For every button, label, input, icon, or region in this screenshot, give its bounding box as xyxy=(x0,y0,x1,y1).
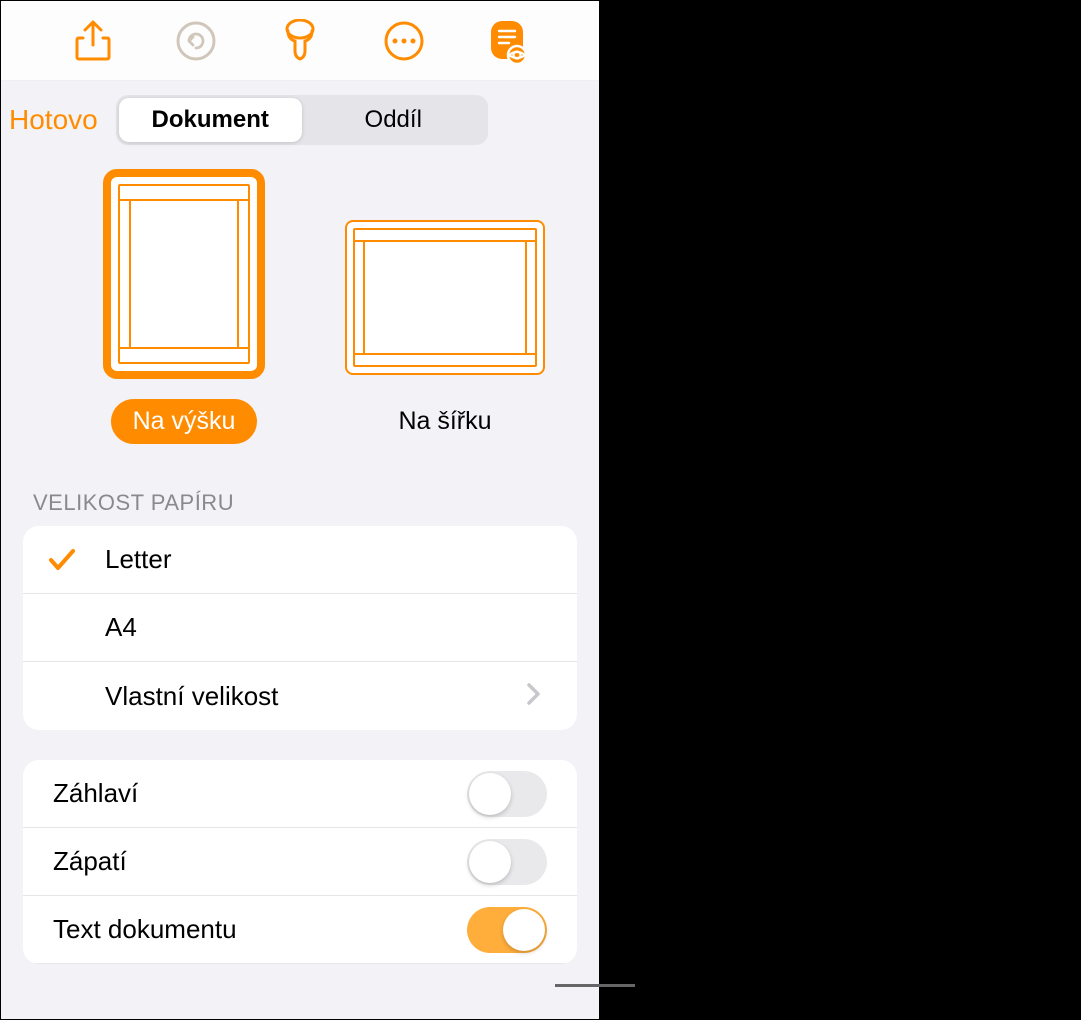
paper-size-a4[interactable]: A4 xyxy=(23,594,577,662)
paper-size-custom[interactable]: Vlastní velikost xyxy=(23,662,577,730)
segmented-control: Dokument Oddíl xyxy=(116,95,488,145)
toggle-label: Záhlaví xyxy=(53,778,467,809)
body-text-toggle-row: Text dokumentu xyxy=(23,896,577,964)
list-item-label: A4 xyxy=(105,612,541,643)
paper-size-letter[interactable]: Letter xyxy=(23,526,577,594)
portrait-label: Na výšku xyxy=(111,399,258,444)
paper-size-list: Letter A4 Vlastní velikost xyxy=(23,526,577,730)
footer-toggle-row: Zápatí xyxy=(23,828,577,896)
list-item-label: Letter xyxy=(105,544,541,575)
format-brush-icon[interactable] xyxy=(275,16,325,66)
chevron-right-icon xyxy=(527,681,541,712)
header-row: Hotovo Dokument Oddíl xyxy=(1,81,599,169)
tab-section[interactable]: Oddíl xyxy=(302,98,485,142)
paper-size-header: VELIKOST PAPÍRU xyxy=(1,454,599,526)
list-item-label: Vlastní velikost xyxy=(105,681,527,712)
share-icon[interactable] xyxy=(68,16,118,66)
done-button[interactable]: Hotovo xyxy=(9,104,98,136)
orientation-portrait[interactable]: Na výšku xyxy=(103,169,265,444)
footer-toggle[interactable] xyxy=(467,839,547,885)
toggle-list: Záhlaví Zápatí Text dokumentu xyxy=(23,760,577,964)
tab-document[interactable]: Dokument xyxy=(119,98,302,142)
toolbar xyxy=(1,1,599,81)
header-toggle-row: Záhlaví xyxy=(23,760,577,828)
orientation-row: Na výšku Na šířku xyxy=(1,169,599,454)
landscape-label: Na šířku xyxy=(376,399,513,444)
landscape-thumbnail-icon xyxy=(345,220,545,375)
header-toggle[interactable] xyxy=(467,771,547,817)
toggle-label: Text dokumentu xyxy=(53,914,467,945)
orientation-landscape[interactable]: Na šířku xyxy=(345,220,545,444)
settings-panel: Hotovo Dokument Oddíl Na výšku Na šířku … xyxy=(0,0,600,1020)
toggle-label: Zápatí xyxy=(53,846,467,877)
checkmark-icon xyxy=(47,545,105,575)
undo-icon[interactable] xyxy=(171,16,221,66)
more-icon[interactable] xyxy=(379,16,429,66)
callout-line xyxy=(555,984,635,987)
portrait-thumbnail-icon xyxy=(103,169,265,379)
body-text-toggle[interactable] xyxy=(467,907,547,953)
document-view-icon[interactable] xyxy=(482,16,532,66)
